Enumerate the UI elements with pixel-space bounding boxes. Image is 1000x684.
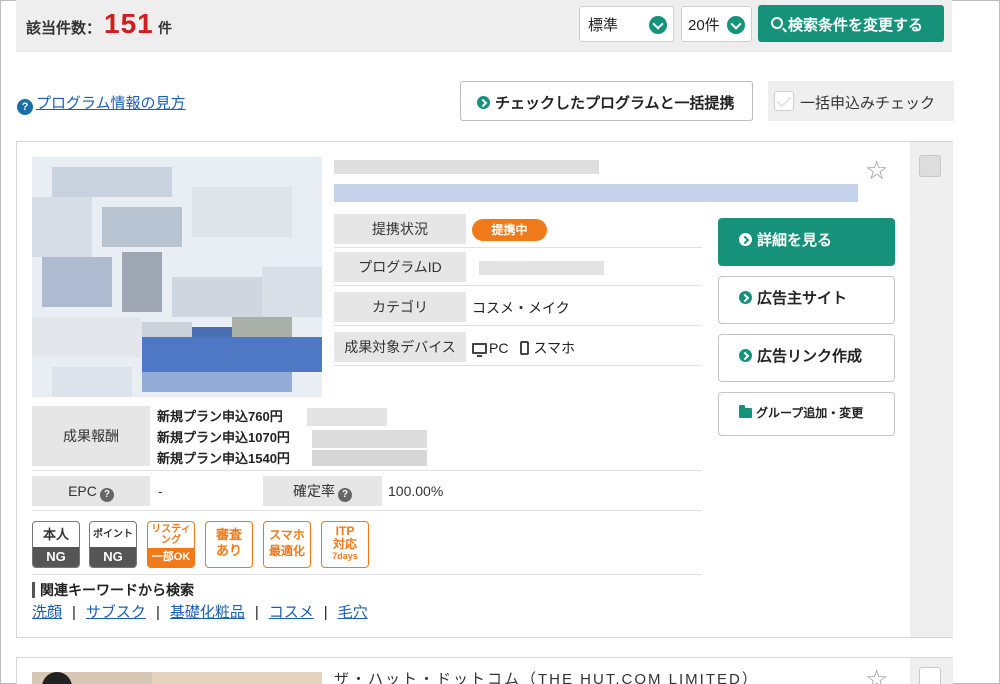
pc-icon [472,343,487,357]
question-icon[interactable]: ? [338,488,352,502]
keyword-link[interactable]: サブスク [86,604,146,621]
result-count-label: 該当件数： [26,20,102,37]
star-icon[interactable]: ☆ [865,157,888,183]
divider [32,470,702,471]
divider [32,574,702,575]
arrow-circle-icon [739,349,752,362]
program-id-label: プログラムID [334,252,466,282]
program-select-checkbox[interactable] [919,155,941,177]
program-select-column [910,658,953,684]
reward-item: 新規プラン申込1070円 [157,430,290,445]
category-label: カテゴリ [334,292,466,322]
keyword-link[interactable]: 洗顔 [32,604,62,621]
approval-rate-label: 確定率? [263,476,382,506]
group-add-button[interactable]: グループ追加・変更 [718,392,895,436]
star-icon[interactable]: ☆ [865,666,888,684]
program-select-column [910,142,953,637]
chevron-down-icon [727,16,745,34]
arrow-circle-icon [477,96,490,109]
result-count-unit: 件 [158,20,172,36]
related-keywords-title: 関連キーワードから検索 [32,582,194,598]
reward-detail-blurred [312,430,427,448]
bulk-partner-button-label: チェックしたプログラムと一括提携 [495,95,735,112]
result-bar: 該当件数： 151 件 標準 20件 検索条件を変更する [16,0,952,52]
tag-screening: 審査 あり [205,521,253,568]
device-pc: PC [489,340,509,356]
tag-itp: ITP 対応 7days [321,521,369,568]
help-link-label: プログラム情報の見方 [36,95,186,112]
program-id-blurred [479,261,604,275]
reward-detail-blurred [312,450,427,466]
related-keywords-list: 洗顔 | サブスク | 基礎化粧品 | コスメ | 毛穴 [32,604,368,621]
search-icon [771,17,783,29]
reward-list: 新規プラン申込760円 新規プラン申込1070円 新規プラン申込1540円 [157,406,290,469]
device-label: 成果対象デバイス [334,332,466,362]
result-count: 151 [104,8,154,39]
bulk-apply-check[interactable]: 一括申込みチェック [768,81,954,121]
reward-item: 新規プラン申込1540円 [157,451,290,466]
keyword-link[interactable]: 毛穴 [338,604,368,621]
epc-label: EPC? [32,476,150,506]
group-add-label: グループ追加・変更 [756,406,864,420]
epc-value: - [158,483,163,499]
per-page-select[interactable]: 20件 [681,6,752,42]
per-page-select-value: 20件 [688,17,720,34]
keyword-link[interactable]: 基礎化粧品 [170,604,245,621]
advertiser-site-button[interactable]: 広告主サイト [718,276,895,324]
keyword-link[interactable]: コスメ [269,604,314,621]
change-search-button-label: 検索条件を変更する [788,17,924,34]
question-icon: ? [17,99,33,115]
category-value: コスメ・メイク [472,300,570,316]
bulk-apply-checkbox[interactable] [774,91,794,111]
program-id-row: プログラムID [334,250,702,286]
tag-point: ポイント NG [89,521,137,568]
arrow-circle-icon [739,291,752,304]
folder-icon [739,405,752,418]
chevron-down-icon [649,16,667,34]
view-details-label: 詳細を見る [757,232,833,249]
question-icon[interactable]: ? [99,488,114,502]
tag-self-purchase: 本人 NG [32,521,80,568]
tag-smartphone-optimized: スマホ 最適化 [263,521,311,568]
program-card: ザ・ハット・ドットコム（THE HUT.COM LIMITED） ☆ [16,657,953,684]
view-details-button[interactable]: 詳細を見る [718,218,895,266]
smartphone-icon [520,341,530,355]
program-advertiser-name: ザ・ハット・ドットコム（THE HUT.COM LIMITED） [334,671,759,684]
tag-listing: リスティング 一部OK [147,521,195,568]
sort-select-value: 標準 [588,17,619,34]
divider [32,510,702,511]
advertiser-site-label: 広告主サイト [757,290,848,307]
sort-select[interactable]: 標準 [579,6,674,42]
create-ad-link-label: 広告リンク作成 [757,348,863,365]
bulk-partner-button[interactable]: チェックしたプログラムと一括提携 [460,81,753,121]
device-value: PC スマホ [472,330,575,366]
program-thumbnail[interactable] [32,157,322,397]
partnership-status-label: 提携状況 [334,214,466,244]
program-thumbnail[interactable] [32,672,322,684]
approval-rate-value: 100.00% [388,483,444,499]
change-search-button[interactable]: 検索条件を変更する [758,5,944,42]
create-ad-link-button[interactable]: 広告リンク作成 [718,334,895,382]
category-row: カテゴリ コスメ・メイク [334,290,702,326]
reward-detail-blurred [307,408,387,426]
program-advertiser-blurred [334,160,599,174]
reward-item: 新規プラン申込760円 [157,409,283,424]
device-row: 成果対象デバイス PC スマホ [334,330,702,366]
device-sp: スマホ [533,340,576,356]
program-select-checkbox[interactable] [919,667,941,684]
bulk-apply-check-label: 一括申込みチェック [800,95,936,112]
status-badge: 提携中 [472,219,547,241]
program-title-blurred[interactable] [334,184,858,202]
arrow-circle-icon [739,233,752,246]
reward-label: 成果報酬 [32,406,150,466]
partnership-status-row: 提携状況 提携中 [334,212,702,248]
program-info-help-link[interactable]: ? プログラム情報の見方 [17,92,186,115]
program-card: ☆ 提携状況 提携中 プログラムID カテゴリ コスメ・メイク 成果対象デバイス… [16,141,953,638]
